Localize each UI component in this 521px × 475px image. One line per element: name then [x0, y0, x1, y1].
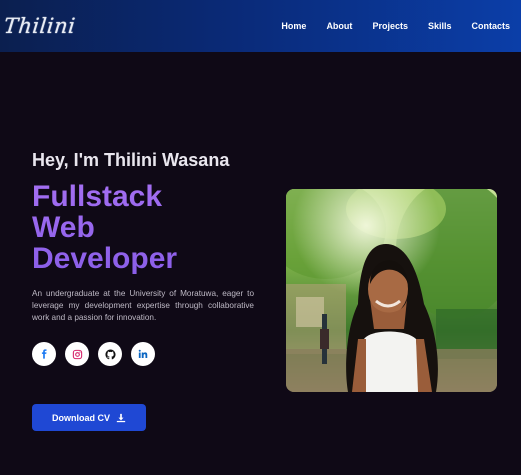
social-links [32, 342, 262, 366]
profile-photo [286, 189, 497, 392]
hero-role-title: Fullstack Web Developer [32, 181, 262, 274]
download-cv-button[interactable]: Download CV [32, 404, 146, 431]
role-line: Developer [32, 242, 178, 275]
role-line: Fullstack [32, 180, 163, 213]
facebook-link[interactable] [32, 342, 56, 366]
linkedin-icon [138, 349, 148, 358]
nav-link-contacts[interactable]: Contacts [471, 21, 510, 31]
site-logo[interactable]: Thilini [3, 14, 77, 38]
nav-link-about[interactable]: About [326, 21, 352, 31]
navbar: Thilini Home About Projects Skills Conta… [0, 0, 521, 52]
github-link[interactable] [98, 342, 122, 366]
facebook-icon [41, 349, 47, 359]
instagram-link[interactable] [65, 342, 89, 366]
nav-links: Home About Projects Skills Contacts [281, 21, 510, 31]
role-line: Web [32, 211, 95, 244]
nav-link-projects[interactable]: Projects [372, 21, 408, 31]
instagram-icon [72, 349, 82, 359]
nav-link-home[interactable]: Home [281, 21, 306, 31]
hero-greeting: Hey, I'm Thilini Wasana [32, 150, 230, 170]
download-icon [116, 413, 126, 422]
profile-photo-image [286, 189, 497, 392]
hero-intro: An undergraduate at the University of Mo… [32, 289, 254, 322]
download-cv-label: Download CV [52, 412, 110, 423]
hero-section: Hey, I'm Thilini Wasana Fullstack Web De… [32, 150, 262, 366]
github-icon [104, 348, 116, 359]
linkedin-link[interactable] [131, 342, 155, 366]
nav-link-skills[interactable]: Skills [428, 21, 452, 31]
